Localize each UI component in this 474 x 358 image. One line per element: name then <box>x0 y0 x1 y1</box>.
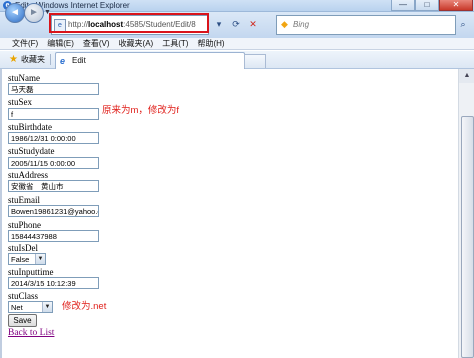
tab-page-icon: e <box>60 56 66 66</box>
input-stubirthdate[interactable]: 1986/12/31 0:00:00 <box>8 132 99 144</box>
sex-annotation: 原来为m，修改为f <box>102 105 180 116</box>
scrollbar-thumb[interactable] <box>461 116 474 358</box>
label-stuclass: stuClass <box>8 291 39 301</box>
select-stuclass-value: Net <box>11 303 23 312</box>
chevron-down-icon[interactable]: ▼ <box>35 254 45 264</box>
select-stuclass[interactable]: Net ▼ <box>8 301 53 313</box>
back-to-list-link[interactable]: Back to List <box>8 328 54 339</box>
input-stuemail[interactable]: Bowen19861231@yahoo.c <box>8 205 99 217</box>
label-stuname: stuName <box>8 73 40 83</box>
select-stuisdel[interactable]: False ▼ <box>8 253 46 265</box>
window-controls: — □ ✕ <box>391 0 473 11</box>
select-stuisdel-value: False <box>11 255 30 264</box>
save-button[interactable]: Save <box>8 314 37 327</box>
input-stuinputtime[interactable]: 2014/3/15 10:12:39 <box>8 277 99 289</box>
divider <box>50 54 51 65</box>
stop-icon[interactable]: ✕ <box>246 15 260 33</box>
search-icon[interactable]: ⌕ <box>456 15 470 33</box>
maximize-button[interactable]: □ <box>415 0 439 11</box>
tab-edit[interactable]: e Edit <box>55 52 245 69</box>
favorites-bar: ★ 收藏夹 e Edit <box>0 51 474 69</box>
left-gutter <box>0 69 2 358</box>
compat-view-icon[interactable]: ▾ <box>212 15 226 33</box>
refresh-icon[interactable]: ⟳ <box>229 15 243 33</box>
label-stusex: stuSex <box>8 97 33 107</box>
vertical-scrollbar[interactable]: ▲ <box>458 69 474 358</box>
address-highlight-box <box>49 13 209 33</box>
menu-view[interactable]: 查看(V) <box>83 38 110 50</box>
label-stuaddress: stuAddress <box>8 170 48 180</box>
class-annotation: 修改为.net <box>62 301 107 312</box>
label-stuemail: stuEmail <box>8 195 40 205</box>
minimize-button[interactable]: — <box>391 0 415 11</box>
input-stuphone[interactable]: 15844437988 <box>8 230 99 242</box>
label-stuinputtime: stuInputtime <box>8 267 54 277</box>
input-stustudydate[interactable]: 2005/11/15 0:00:00 <box>8 157 99 169</box>
title-bar: e Edit - Windows Internet Explorer — □ ✕ <box>0 0 474 12</box>
label-stubirthdate: stuBirthdate <box>8 122 52 132</box>
input-stusex[interactable]: f <box>8 108 99 120</box>
label-stustudydate: stuStudydate <box>8 146 55 156</box>
menu-help[interactable]: 帮助(H) <box>197 38 224 50</box>
label-stuphone: stuPhone <box>8 220 42 230</box>
search-placeholder: Bing <box>293 20 310 29</box>
favorites-button[interactable]: 收藏夹 <box>21 51 45 68</box>
chevron-down-icon[interactable]: ▼ <box>42 302 52 312</box>
page-content: stuName 马天磊 stuSex f 原来为m，修改为f stuBirthd… <box>0 69 458 358</box>
close-button[interactable]: ✕ <box>439 0 473 11</box>
scroll-up-icon[interactable]: ▲ <box>459 69 474 83</box>
menu-bar: 文件(F) 编辑(E) 查看(V) 收藏夹(A) 工具(T) 帮助(H) <box>0 38 474 50</box>
label-stuisdel: stuIsDel <box>8 243 38 253</box>
search-box[interactable]: ◆ Bing <box>276 15 456 35</box>
new-tab-button[interactable] <box>244 54 266 68</box>
bing-icon: ◆ <box>281 19 288 29</box>
tab-label: Edit <box>72 56 86 65</box>
back-button[interactable]: ◄ <box>5 3 25 23</box>
input-stuaddress[interactable]: 安徽省 黄山市 <box>8 180 99 192</box>
address-tools: ▾ ⟳ ✕ <box>212 15 260 33</box>
menu-file[interactable]: 文件(F) <box>12 38 38 50</box>
menu-edit[interactable]: 编辑(E) <box>47 38 74 50</box>
menu-favorites[interactable]: 收藏夹(A) <box>119 38 154 50</box>
favorites-star-icon[interactable]: ★ <box>9 54 18 65</box>
forward-button[interactable]: ► <box>24 3 44 23</box>
menu-tools[interactable]: 工具(T) <box>162 38 188 50</box>
input-stuname[interactable]: 马天磊 <box>8 83 99 95</box>
